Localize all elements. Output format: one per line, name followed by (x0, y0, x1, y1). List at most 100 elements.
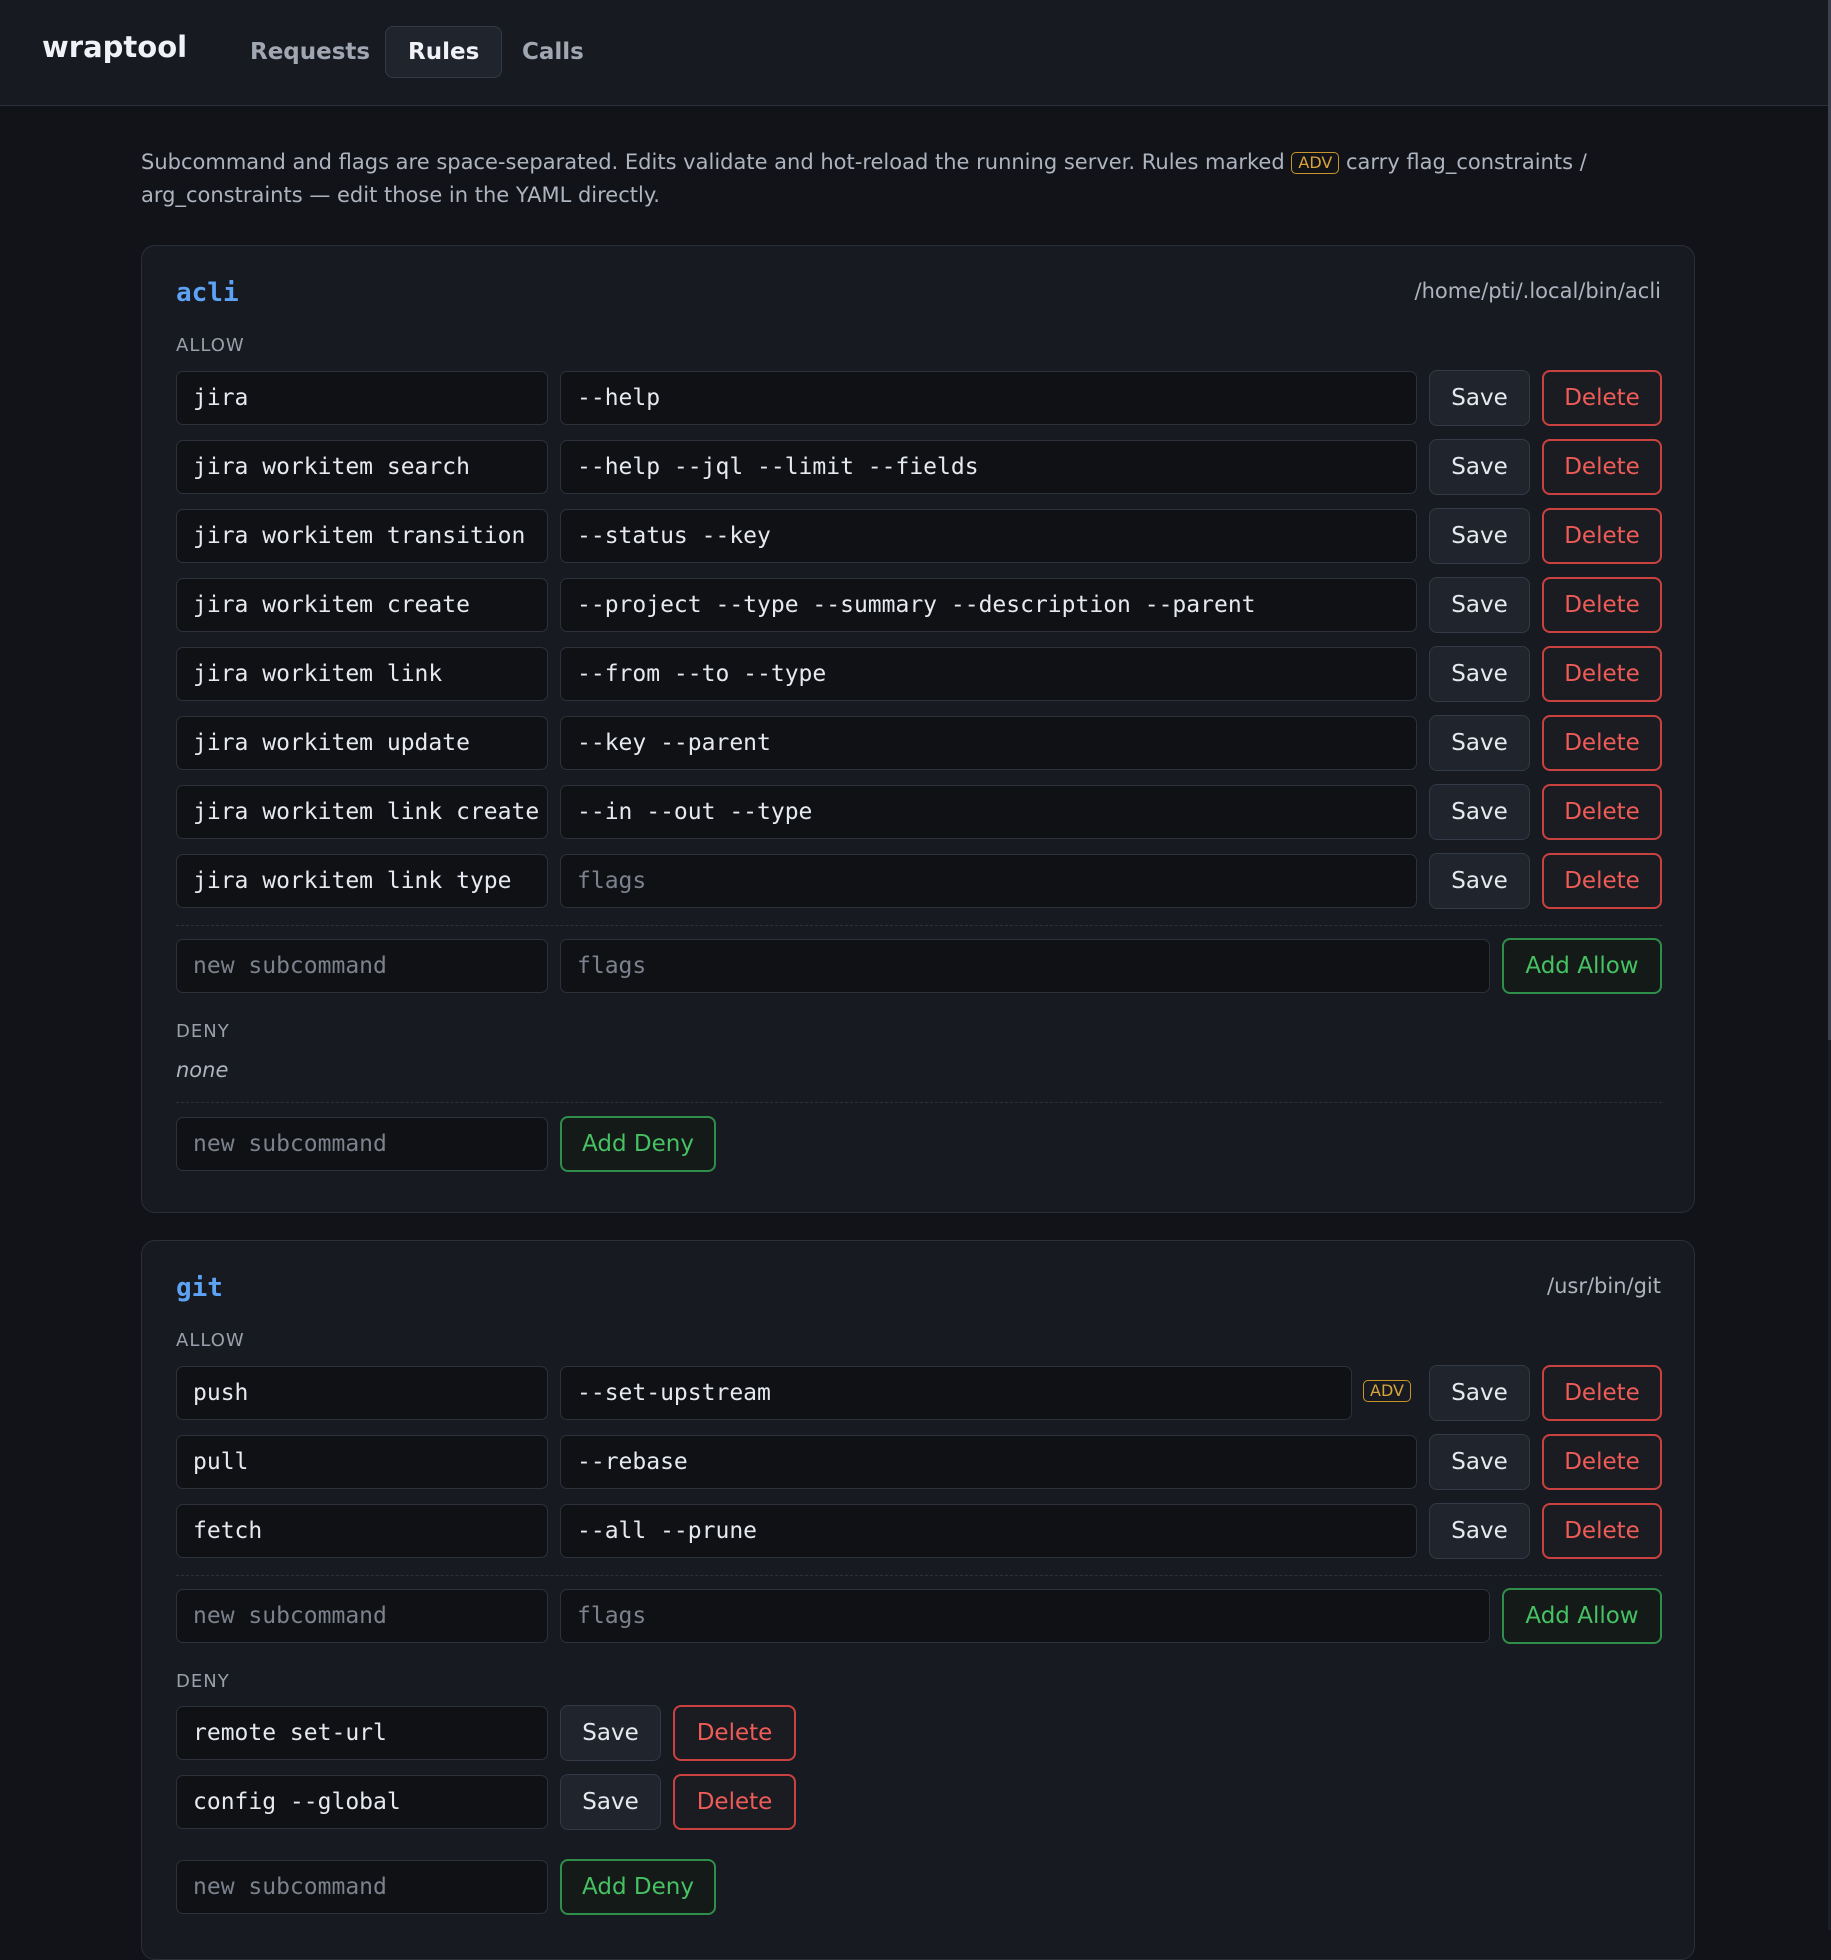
allow-rule-row: jira workitem create --project --type --… (176, 577, 1662, 633)
subcommand-input[interactable]: remote set-url (176, 1706, 548, 1760)
flags-input[interactable]: --status --key (560, 509, 1417, 563)
subcommand-input[interactable]: jira workitem link type (176, 854, 548, 908)
allow-rule-row: jira workitem link type flags Save Delet… (176, 853, 1662, 909)
subcommand-input[interactable]: push (176, 1366, 548, 1420)
new-subcommand-input[interactable]: new subcommand (176, 1589, 548, 1643)
subcommand-input[interactable]: jira workitem link create (176, 785, 548, 839)
delete-button[interactable]: Delete (673, 1705, 796, 1761)
deny-rule-row: remote set-url Save Delete (176, 1705, 1662, 1761)
delete-button[interactable]: Delete (1542, 715, 1662, 771)
delete-button[interactable]: Delete (1542, 853, 1662, 909)
new-subcommand-input[interactable]: new subcommand (176, 1860, 548, 1914)
subcommand-input[interactable]: jira workitem create (176, 578, 548, 632)
add-deny-button[interactable]: Add Deny (560, 1116, 716, 1172)
allow-rule-row: fetch --all --prune Save Delete (176, 1503, 1662, 1559)
new-flags-input[interactable]: flags (560, 939, 1490, 993)
delete-button[interactable]: Delete (673, 1774, 796, 1830)
add-deny-button[interactable]: Add Deny (560, 1859, 716, 1915)
save-button[interactable]: Save (1429, 853, 1530, 909)
flags-input[interactable]: flags (560, 854, 1417, 908)
tool-path: /usr/bin/git (1547, 1274, 1661, 1298)
allow-rule-row: jira --help Save Delete (176, 370, 1662, 426)
save-button[interactable]: Save (1429, 1434, 1530, 1490)
divider (176, 1102, 1662, 1103)
subcommand-input[interactable]: jira (176, 371, 548, 425)
flags-input[interactable]: --help (560, 371, 1417, 425)
allow-rule-row: push --set-upstream ADV Save Delete (176, 1365, 1662, 1421)
intro-text: Subcommand and flags are space-separated… (141, 146, 1601, 212)
allow-rule-row: jira workitem link create --in --out --t… (176, 784, 1662, 840)
adv-badge: ADV (1363, 1380, 1411, 1402)
delete-button[interactable]: Delete (1542, 646, 1662, 702)
app-title: wraptool (42, 30, 188, 64)
deny-rule-row: config --global Save Delete (176, 1774, 1662, 1830)
save-button[interactable]: Save (560, 1774, 661, 1830)
save-button[interactable]: Save (1429, 646, 1530, 702)
divider (176, 925, 1662, 926)
delete-button[interactable]: Delete (1542, 508, 1662, 564)
allow-rule-row: pull --rebase Save Delete (176, 1434, 1662, 1490)
divider (176, 1575, 1662, 1576)
tool-card-git: git /usr/bin/git ALLOW push --set-upstre… (141, 1240, 1695, 1960)
save-button[interactable]: Save (1429, 370, 1530, 426)
save-button[interactable]: Save (1429, 715, 1530, 771)
save-button[interactable]: Save (1429, 577, 1530, 633)
flags-input[interactable]: --help --jql --limit --fields (560, 440, 1417, 494)
tool-card-acli: acli /home/pti/.local/bin/acli ALLOW jir… (141, 245, 1695, 1213)
subcommand-input[interactable]: pull (176, 1435, 548, 1489)
new-subcommand-input[interactable]: new subcommand (176, 939, 548, 993)
deny-section-label: DENY (176, 1671, 230, 1692)
subcommand-input[interactable]: jira workitem transition (176, 509, 548, 563)
add-allow-button[interactable]: Add Allow (1502, 1588, 1662, 1644)
delete-button[interactable]: Delete (1542, 439, 1662, 495)
tab-requests[interactable]: Requests (228, 26, 392, 78)
flags-input[interactable]: --rebase (560, 1435, 1417, 1489)
flags-input[interactable]: --project --type --summary --description… (560, 578, 1417, 632)
allow-rule-row: jira workitem update --key --parent Save… (176, 715, 1662, 771)
add-allow-row: new subcommand flags Add Allow (176, 938, 1662, 994)
deny-empty-text: none (176, 1058, 229, 1082)
intro-text-before: Subcommand and flags are space-separated… (141, 150, 1285, 174)
subcommand-input[interactable]: jira workitem search (176, 440, 548, 494)
allow-rule-row: jira workitem search --help --jql --limi… (176, 439, 1662, 495)
flags-input[interactable]: --from --to --type (560, 647, 1417, 701)
save-button[interactable]: Save (1429, 1365, 1530, 1421)
flags-input[interactable]: --all --prune (560, 1504, 1417, 1558)
allow-section-label: ALLOW (176, 1330, 245, 1351)
tool-path: /home/pti/.local/bin/acli (1414, 279, 1661, 303)
save-button[interactable]: Save (1429, 508, 1530, 564)
add-allow-row: new subcommand flags Add Allow (176, 1588, 1662, 1644)
new-flags-input[interactable]: flags (560, 1589, 1490, 1643)
deny-section-label: DENY (176, 1021, 230, 1042)
delete-button[interactable]: Delete (1542, 1365, 1662, 1421)
top-nav: wraptool Requests Rules Calls (0, 0, 1828, 106)
add-deny-row: new subcommand Add Deny (176, 1116, 1662, 1172)
allow-rule-row: jira workitem link --from --to --type Sa… (176, 646, 1662, 702)
delete-button[interactable]: Delete (1542, 1434, 1662, 1490)
flags-input[interactable]: --key --parent (560, 716, 1417, 770)
save-button[interactable]: Save (1429, 1503, 1530, 1559)
add-allow-button[interactable]: Add Allow (1502, 938, 1662, 994)
tab-calls[interactable]: Calls (500, 26, 606, 78)
tool-name: git (176, 1273, 223, 1303)
subcommand-input[interactable]: jira workitem update (176, 716, 548, 770)
adv-badge: ADV (1291, 152, 1340, 174)
save-button[interactable]: Save (1429, 784, 1530, 840)
subcommand-input[interactable]: config --global (176, 1775, 548, 1829)
subcommand-input[interactable]: fetch (176, 1504, 548, 1558)
add-deny-row: new subcommand Add Deny (176, 1859, 1662, 1915)
save-button[interactable]: Save (1429, 439, 1530, 495)
flags-input[interactable]: --in --out --type (560, 785, 1417, 839)
delete-button[interactable]: Delete (1542, 577, 1662, 633)
delete-button[interactable]: Delete (1542, 784, 1662, 840)
new-subcommand-input[interactable]: new subcommand (176, 1117, 548, 1171)
save-button[interactable]: Save (560, 1705, 661, 1761)
allow-rule-row: jira workitem transition --status --key … (176, 508, 1662, 564)
tool-name: acli (176, 278, 239, 308)
flags-input[interactable]: --set-upstream (560, 1366, 1352, 1420)
tab-rules[interactable]: Rules (385, 26, 503, 78)
allow-section-label: ALLOW (176, 335, 245, 356)
subcommand-input[interactable]: jira workitem link (176, 647, 548, 701)
delete-button[interactable]: Delete (1542, 1503, 1662, 1559)
delete-button[interactable]: Delete (1542, 370, 1662, 426)
